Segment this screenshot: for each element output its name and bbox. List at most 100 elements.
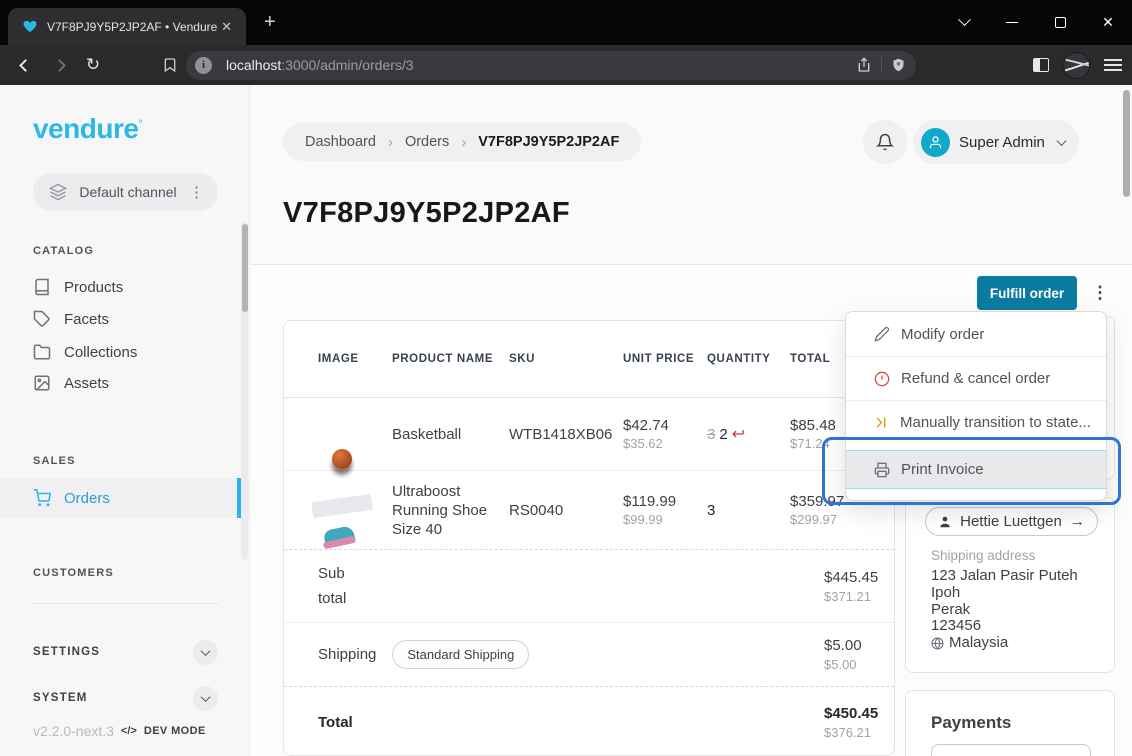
shipping-address-label: Shipping address bbox=[931, 548, 1035, 563]
alert-circle-icon bbox=[874, 371, 890, 387]
unit-price-net: $35.62 bbox=[623, 436, 707, 451]
sidebar-scrollbar-thumb[interactable] bbox=[242, 224, 248, 312]
product-name[interactable]: Ultraboost Running Shoe Size 40 bbox=[392, 482, 509, 539]
sidebar-item-orders[interactable]: Orders bbox=[0, 478, 250, 518]
site-info-icon[interactable]: i bbox=[195, 57, 212, 74]
group-label: SYSTEM bbox=[33, 692, 88, 704]
share-icon[interactable] bbox=[856, 57, 872, 73]
minimize-button[interactable] bbox=[988, 0, 1036, 45]
reload-button[interactable]: ↻ bbox=[76, 55, 110, 75]
nav-section-catalog: CATALOG bbox=[33, 245, 94, 257]
notifications-button[interactable] bbox=[863, 120, 907, 164]
breadcrumb-item-orders[interactable]: Orders bbox=[405, 134, 449, 150]
url-text[interactable]: localhost:3000/admin/orders/3 bbox=[226, 57, 856, 73]
browser-toolbar: ↻ i localhost:3000/admin/orders/3 bbox=[0, 45, 1132, 85]
chevron-down-icon[interactable] bbox=[193, 686, 218, 711]
channel-selector[interactable]: Default channel ⋮ bbox=[33, 173, 218, 211]
sidebar-item-products[interactable]: Products bbox=[0, 271, 250, 303]
tab-search-chevron-icon[interactable] bbox=[940, 0, 988, 45]
menu-item-modify-order[interactable]: Modify order bbox=[846, 312, 1106, 356]
order-actions-kebab-button[interactable]: ⋮ bbox=[1089, 276, 1111, 310]
subtotal-net: $371.21 bbox=[824, 589, 878, 604]
quantity-cell: 3 bbox=[707, 502, 790, 519]
vendure-favicon-icon bbox=[22, 19, 38, 34]
tab-close-icon[interactable]: ✕ bbox=[217, 19, 236, 35]
chevron-down-icon[interactable] bbox=[193, 640, 218, 665]
column-header-quantity: QUANTITY bbox=[707, 353, 790, 365]
sidebar-group-system[interactable]: SYSTEM bbox=[33, 684, 218, 712]
close-window-button[interactable]: ✕ bbox=[1084, 0, 1132, 45]
browser-tab-bar: V7F8PJ9Y5P2JP2AF • Vendure ✕ + ✕ bbox=[0, 0, 1132, 45]
quantity-old: 3 bbox=[707, 426, 715, 443]
url-path: :3000/admin/orders/3 bbox=[281, 57, 413, 73]
table-row: Basketball WTB1418XB06 $42.74 $35.62 3 2… bbox=[284, 398, 894, 471]
page-scrollbar-thumb[interactable] bbox=[1123, 90, 1130, 197]
browser-profile-avatar[interactable] bbox=[1063, 52, 1090, 79]
country: Malaysia bbox=[949, 635, 1008, 652]
vendure-logo: vendure° bbox=[33, 113, 142, 145]
sidebar-item-facets[interactable]: Facets bbox=[0, 303, 250, 335]
product-sku: WTB1418XB06 bbox=[509, 426, 623, 443]
total-net: $376.21 bbox=[824, 725, 878, 740]
customer-link-button[interactable]: Hettie Luettgen → bbox=[925, 507, 1098, 536]
address-bar[interactable]: i localhost:3000/admin/orders/3 bbox=[186, 51, 916, 80]
menu-item-refund-cancel-order[interactable]: Refund & cancel order bbox=[846, 357, 1106, 400]
chevron-down-icon bbox=[1057, 136, 1067, 146]
image-icon bbox=[33, 374, 51, 392]
total-value: $450.45 bbox=[824, 705, 878, 722]
column-header-image: IMAGE bbox=[318, 353, 392, 365]
shipping-method-badge: Standard Shipping bbox=[392, 640, 529, 669]
sidebar-item-assets[interactable]: Assets bbox=[0, 367, 250, 399]
new-tab-button[interactable]: + bbox=[264, 12, 276, 32]
menu-item-label: Manually transition to state... bbox=[900, 414, 1091, 431]
subtotal-label: Sub total bbox=[318, 561, 362, 611]
breadcrumb-item-dashboard[interactable]: Dashboard bbox=[305, 134, 376, 150]
shipping-value: $5.00 bbox=[824, 637, 864, 654]
bookmark-icon[interactable] bbox=[162, 57, 178, 73]
brave-shield-icon[interactable] bbox=[891, 57, 906, 73]
sidebar-item-collections[interactable]: Collections bbox=[0, 336, 250, 368]
group-label: SETTINGS bbox=[33, 646, 100, 658]
globe-icon bbox=[931, 637, 944, 650]
menu-item-manually-transition[interactable]: Manually transition to state... bbox=[846, 401, 1106, 444]
url-host: localhost bbox=[226, 57, 281, 73]
product-name[interactable]: Basketball bbox=[392, 425, 509, 444]
user-name: Super Admin bbox=[959, 134, 1049, 151]
forward-button[interactable] bbox=[42, 61, 76, 70]
printer-icon bbox=[874, 462, 890, 478]
subtotal-value: $445.45 bbox=[824, 569, 878, 586]
sidebar-group-settings[interactable]: SETTINGS bbox=[33, 638, 218, 666]
arrow-right-icon: → bbox=[1070, 513, 1085, 530]
user-menu[interactable]: Super Admin bbox=[913, 120, 1079, 164]
toolbar-divider bbox=[881, 57, 882, 73]
pencil-icon bbox=[874, 326, 890, 342]
sidebar-toggle-icon[interactable] bbox=[1033, 58, 1049, 72]
tag-icon bbox=[33, 310, 51, 328]
table-header-row: IMAGE PRODUCT NAME SKU UNIT PRICE QUANTI… bbox=[284, 321, 894, 398]
order-actions-menu: Modify order Refund & cancel order Manua… bbox=[845, 311, 1107, 501]
table-row: Ultraboost Running Shoe Size 40 RS0040 $… bbox=[284, 471, 894, 549]
browser-tab[interactable]: V7F8PJ9Y5P2JP2AF • Vendure ✕ bbox=[8, 8, 246, 45]
payment-button-partial[interactable] bbox=[931, 744, 1091, 756]
return-arrow-icon: ↩ bbox=[732, 424, 745, 444]
payments-card: Payments bbox=[905, 690, 1115, 756]
page-header: Dashboard › Orders › V7F8PJ9Y5P2JP2AF Su… bbox=[250, 85, 1132, 265]
order-table: IMAGE PRODUCT NAME SKU UNIT PRICE QUANTI… bbox=[283, 320, 895, 756]
menu-item-print-invoice[interactable]: Print Invoice bbox=[846, 450, 1106, 489]
back-button[interactable] bbox=[8, 61, 42, 70]
menu-item-label: Print Invoice bbox=[901, 461, 984, 478]
address-line: Ipoh bbox=[931, 585, 1078, 602]
sidebar-item-label: Collections bbox=[64, 344, 137, 361]
maximize-button[interactable] bbox=[1036, 0, 1084, 45]
unit-price: $42.74 bbox=[623, 417, 707, 434]
channel-label: Default channel bbox=[67, 184, 189, 200]
channel-kebab-icon[interactable]: ⋮ bbox=[189, 183, 204, 201]
browser-menu-icon[interactable] bbox=[1104, 59, 1122, 71]
sidebar-item-label: Orders bbox=[64, 490, 110, 507]
layers-icon bbox=[49, 183, 67, 201]
fulfill-order-button[interactable]: Fulfill order bbox=[977, 276, 1077, 310]
vendure-admin-app: vendure° Default channel ⋮ CATALOG Produ… bbox=[0, 85, 1132, 756]
sidebar-item-label: Assets bbox=[64, 375, 109, 392]
unit-price: $119.99 bbox=[623, 493, 707, 510]
main-content: Dashboard › Orders › V7F8PJ9Y5P2JP2AF Su… bbox=[250, 85, 1132, 756]
